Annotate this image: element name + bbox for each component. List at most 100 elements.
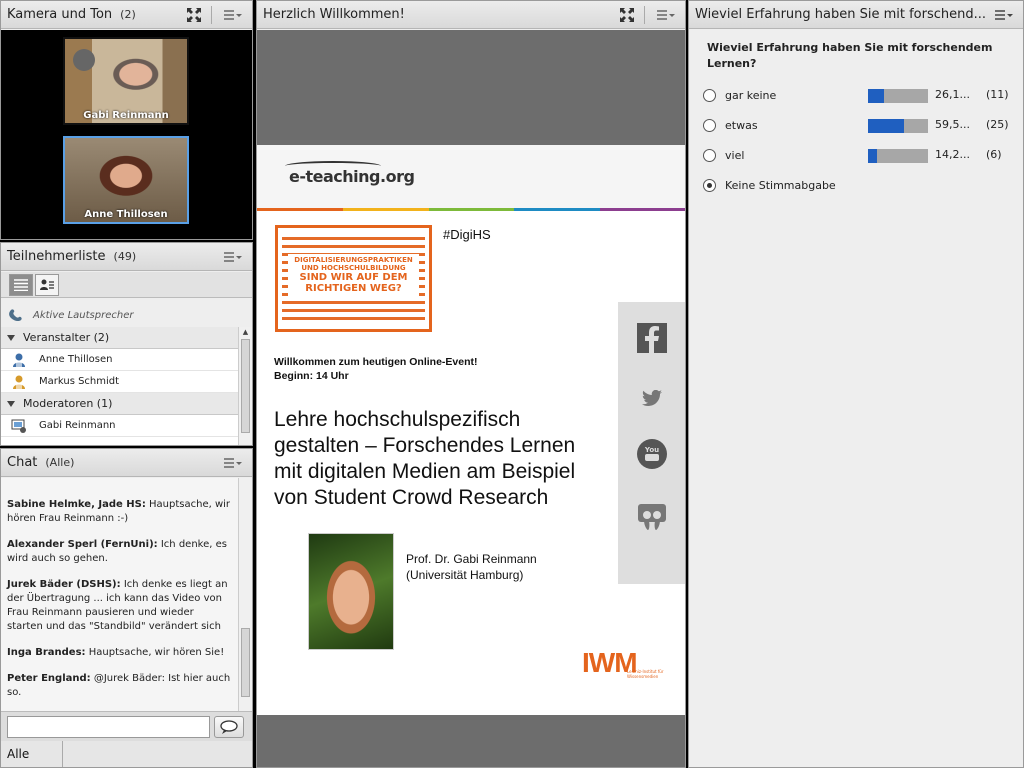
poll-radio[interactable]	[703, 148, 716, 162]
chat-target-tab[interactable]: Alle	[1, 741, 63, 767]
attendee-scrollbar[interactable]: ▲	[238, 327, 252, 445]
active-speakers-label: Aktive Lautsprecher	[33, 309, 134, 321]
title-line: mit digitalen Medien am Beispiel	[274, 460, 576, 483]
attendee-count: (49)	[113, 250, 137, 263]
chat-message: Peter England: @Jurek Bäder: Ist hier au…	[7, 672, 232, 700]
collapse-triangle-icon	[7, 400, 15, 407]
list-item[interactable]: Markus Schmidt	[1, 371, 238, 393]
camera-pod: Kamera und Ton (2) Gabi Reinmann Anne Th…	[0, 0, 253, 240]
fullscreen-icon[interactable]	[185, 6, 203, 24]
poll-result-bar	[868, 149, 928, 163]
pod-menu-icon[interactable]	[657, 8, 677, 22]
title-line: gestalten – Forschendes Lernen	[274, 434, 576, 457]
send-button[interactable]	[214, 715, 244, 738]
group-moderators[interactable]: Moderatoren (1)	[1, 393, 238, 415]
attendee-pod-title: Teilnehmerliste	[7, 249, 106, 264]
start-time: Beginn: 14 Uhr	[274, 370, 349, 382]
chat-pod-title: Chat	[7, 455, 38, 470]
camera-pod-title: Kamera und Ton	[7, 7, 113, 22]
chat-message: Alexander Sperl (FernUni): Ich denke, es…	[7, 538, 232, 566]
chat-footer: Alle	[1, 741, 252, 767]
scroll-thumb[interactable]	[241, 628, 250, 697]
video-gabi-reinmann[interactable]: Gabi Reinmann	[63, 37, 189, 125]
video-name-label: Anne Thillosen	[84, 209, 168, 220]
presenter-icon	[11, 419, 26, 433]
youtube-icon: You	[636, 438, 668, 470]
speech-bubble-icon	[220, 719, 238, 734]
share-pod-title: Herzlich Willkommen!	[263, 7, 405, 22]
chat-message: Sabine Helmke, Jade HS: Hauptsache, wir …	[7, 498, 232, 526]
chat-messages: Sabine Helmke, Jade HS: Hauptsache, wir …	[1, 478, 238, 711]
speaker-info: Prof. Dr. Gabi Reinmann (Universität Ham…	[406, 551, 537, 583]
poll-percent: 14,2...	[935, 148, 970, 161]
poll-percent: 26,1...	[935, 88, 970, 101]
poll-option-label: viel	[725, 148, 745, 162]
poll-result-fill	[868, 119, 904, 133]
speaker-affiliation: (Universität Hamburg)	[406, 568, 524, 582]
chat-input[interactable]	[7, 715, 210, 738]
poll-option[interactable]: gar keine 26,1... (11)	[703, 85, 1013, 105]
chat-scrollbar[interactable]	[238, 478, 252, 711]
poll-option-label: Keine Stimmabgabe	[725, 178, 836, 192]
attendee-name: Gabi Reinmann	[39, 420, 116, 431]
fullscreen-icon[interactable]	[618, 6, 636, 24]
list-item[interactable]: Gabi Reinmann	[1, 415, 238, 437]
maze-line: RICHTIGEN WEG?	[305, 283, 402, 294]
pod-menu-icon[interactable]	[224, 250, 244, 264]
pod-menu-icon[interactable]	[224, 456, 244, 470]
poll-pod-header: Wieviel Erfahrung haben Sie mit forschen…	[689, 1, 1023, 29]
poll-radio-selected[interactable]	[703, 178, 716, 192]
poll-option[interactable]: viel 14,2... (6)	[703, 145, 1013, 165]
slide-header: e-teaching.org	[257, 145, 685, 211]
poll-pod: Wieviel Erfahrung haben Sie mit forschen…	[688, 0, 1024, 768]
list-view-button[interactable]	[9, 273, 33, 296]
list-item[interactable]: Anne Thillosen	[1, 349, 238, 371]
poll-count: (25)	[986, 118, 1009, 131]
attendee-pod-header: Teilnehmerliste (49)	[1, 243, 252, 271]
video-anne-thillosen[interactable]: Anne Thillosen	[63, 136, 189, 224]
pod-menu-icon[interactable]	[995, 8, 1015, 22]
presentation-slide: e-teaching.org DIGITALISIERUNGSPRAKTIKEN…	[257, 145, 685, 715]
poll-option[interactable]: etwas 59,5... (25)	[703, 115, 1013, 135]
welcome-text: Willkommen zum heutigen Online-Event! Be…	[274, 355, 478, 383]
maze-text: DIGITALISIERUNGSPRAKTIKEN UND HOCHSCHULB…	[288, 254, 419, 296]
group-label: Veranstalter (2)	[23, 331, 110, 344]
poll-option-abstain[interactable]: Keine Stimmabgabe	[703, 175, 1013, 195]
attendee-name: Anne Thillosen	[39, 354, 113, 365]
chat-author: Peter England:	[7, 673, 91, 684]
video-name-label: Gabi Reinmann	[83, 110, 169, 121]
maze-logo: DIGITALISIERUNGSPRAKTIKEN UND HOCHSCHULB…	[275, 225, 432, 332]
scroll-thumb[interactable]	[241, 339, 250, 433]
chat-scope: (Alle)	[45, 456, 75, 469]
person-list-icon	[40, 279, 54, 290]
mic-muted-icon	[73, 49, 95, 71]
poll-count: (6)	[986, 148, 1002, 161]
group-hosts[interactable]: Veranstalter (2)	[1, 327, 238, 349]
pod-menu-icon[interactable]	[224, 8, 244, 22]
poll-count: (11)	[986, 88, 1009, 101]
slide-title: Lehre hochschulspezifisch gestalten – Fo…	[274, 407, 614, 511]
poll-percent: 59,5...	[935, 118, 970, 131]
share-pod-header: Herzlich Willkommen!	[257, 1, 685, 29]
camera-pod-header: Kamera und Ton (2)	[1, 1, 252, 29]
maze-line: UND HOCHSCHULBILDUNG	[301, 264, 406, 272]
e-teaching-logo: e-teaching.org	[289, 167, 415, 186]
scroll-up-icon[interactable]: ▲	[239, 327, 252, 337]
speaker-photo	[308, 533, 394, 650]
poll-result-fill	[868, 89, 884, 103]
social-sidebar: You	[618, 302, 685, 584]
share-background: e-teaching.org DIGITALISIERUNGSPRAKTIKEN…	[257, 30, 685, 767]
list-icon	[14, 278, 28, 291]
chat-input-row	[1, 711, 252, 741]
poll-radio[interactable]	[703, 88, 716, 102]
slideshare-icon	[636, 502, 668, 534]
active-speakers-row: Aktive Lautsprecher	[1, 306, 238, 324]
poll-question: Wieviel Erfahrung haben Sie mit forschen…	[707, 41, 993, 70]
poll-pod-title: Wieviel Erfahrung haben Sie mit forschen…	[695, 7, 987, 22]
status-view-button[interactable]	[35, 273, 59, 296]
attendee-list: Veranstalter (2) Anne Thillosen Markus S…	[1, 327, 238, 445]
chat-author: Alexander Sperl (FernUni):	[7, 539, 158, 550]
maze-line: SIND WIR AUF DEM	[299, 272, 408, 283]
poll-radio[interactable]	[703, 118, 716, 132]
group-label: Moderatoren (1)	[23, 397, 113, 410]
